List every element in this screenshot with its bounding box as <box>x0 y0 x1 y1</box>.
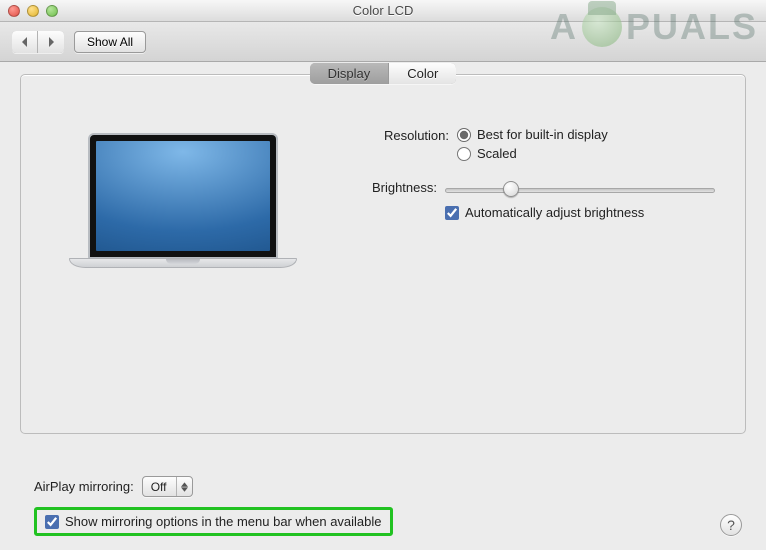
zoom-window-button[interactable] <box>46 5 58 17</box>
show-mirroring-label: Show mirroring options in the menu bar w… <box>65 514 382 529</box>
airplay-value: Off <box>143 480 177 494</box>
airplay-row: AirPlay mirroring: Off <box>34 476 746 497</box>
resolution-best-label: Best for built-in display <box>477 127 608 142</box>
show-mirroring-checkbox[interactable] <box>45 515 59 529</box>
settings-panel: Display Color Resolution: Best for built… <box>20 74 746 434</box>
toolbar: Show All <box>0 22 766 62</box>
display-device-illustration <box>69 133 297 303</box>
resolution-scaled-label: Scaled <box>477 146 517 161</box>
bottom-controls: AirPlay mirroring: Off Show mirroring op… <box>34 476 746 536</box>
close-window-button[interactable] <box>8 5 20 17</box>
nav-segment <box>12 31 64 53</box>
window-title: Color LCD <box>0 3 766 18</box>
tab-display[interactable]: Display <box>310 63 390 84</box>
airplay-label: AirPlay mirroring: <box>34 479 134 494</box>
help-button[interactable]: ? <box>720 514 742 536</box>
resolution-label: Resolution: <box>361 127 457 143</box>
brightness-row: Brightness: Automatically adjust brightn… <box>361 179 715 220</box>
slider-thumb[interactable] <box>503 181 519 197</box>
auto-brightness-option[interactable]: Automatically adjust brightness <box>445 205 715 220</box>
display-settings-form: Resolution: Best for built-in display Sc… <box>361 127 715 234</box>
show-all-button[interactable]: Show All <box>74 31 146 53</box>
resolution-best-option[interactable]: Best for built-in display <box>457 127 715 142</box>
content-area: Display Color Resolution: Best for built… <box>0 62 766 550</box>
brightness-slider[interactable] <box>445 181 715 199</box>
show-mirroring-option[interactable]: Show mirroring options in the menu bar w… <box>34 507 393 536</box>
auto-brightness-label: Automatically adjust brightness <box>465 205 644 220</box>
window-controls <box>8 5 58 17</box>
forward-button[interactable] <box>38 31 64 53</box>
slider-track <box>445 188 715 193</box>
auto-brightness-checkbox[interactable] <box>445 206 459 220</box>
minimize-window-button[interactable] <box>27 5 39 17</box>
resolution-scaled-radio[interactable] <box>457 147 471 161</box>
tab-bar: Display Color <box>21 63 745 84</box>
airplay-mirroring-popup[interactable]: Off <box>142 476 194 497</box>
window-titlebar: Color LCD <box>0 0 766 22</box>
resolution-best-radio[interactable] <box>457 128 471 142</box>
popup-arrows-icon <box>176 477 192 496</box>
chevron-right-icon <box>46 37 56 47</box>
chevron-left-icon <box>20 37 30 47</box>
resolution-row: Resolution: Best for built-in display Sc… <box>361 127 715 165</box>
tab-color[interactable]: Color <box>389 63 456 84</box>
back-button[interactable] <box>12 31 38 53</box>
resolution-scaled-option[interactable]: Scaled <box>457 146 715 161</box>
help-icon: ? <box>727 517 735 533</box>
brightness-label: Brightness: <box>361 179 445 195</box>
